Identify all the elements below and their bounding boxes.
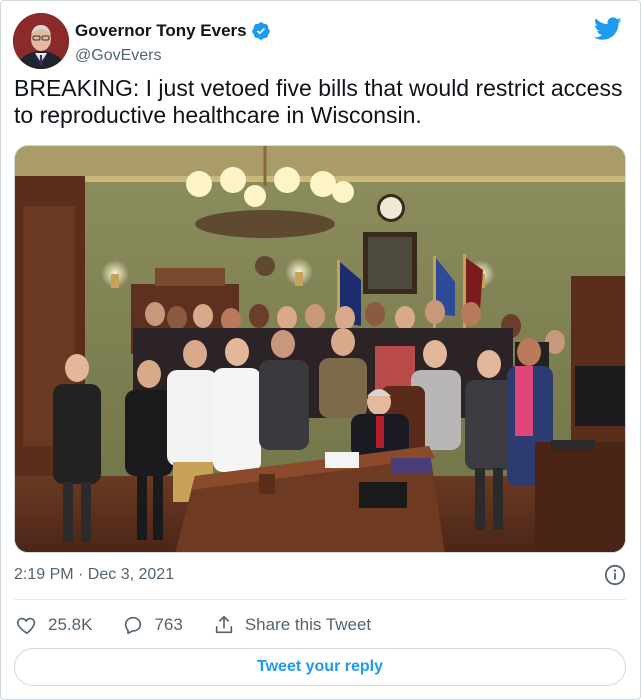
- share-icon: [215, 615, 232, 634]
- tweet-meta-row: 2:19 PM · Dec 3, 2021: [14, 564, 626, 586]
- info-icon[interactable]: [604, 564, 626, 586]
- tweet-photo[interactable]: [14, 145, 626, 553]
- tweet-actions: 25.8K 763 Share this Tweet: [16, 611, 401, 639]
- heart-icon: [16, 617, 36, 635]
- reply-bubble-icon: [125, 616, 142, 635]
- author-name-row: Governor Tony Evers: [75, 21, 271, 41]
- verified-badge-icon: [251, 22, 270, 40]
- tweet-card: Governor Tony Evers @GovEvers BREAKING: …: [0, 0, 641, 700]
- reply-action-button[interactable]: 763: [122, 614, 183, 636]
- reply-count: 763: [154, 615, 183, 634]
- share-label: Share this Tweet: [244, 615, 372, 634]
- twitter-bird-icon[interactable]: [594, 17, 622, 41]
- author-avatar[interactable]: [13, 13, 69, 69]
- share-button[interactable]: Share this Tweet: [213, 614, 371, 636]
- like-count: 25.8K: [48, 615, 93, 634]
- tweet-your-reply-button[interactable]: Tweet your reply: [14, 648, 626, 686]
- author-handle[interactable]: @GovEvers: [75, 47, 161, 65]
- tweet-timestamp[interactable]: 2:19 PM · Dec 3, 2021: [14, 566, 174, 584]
- divider: [14, 599, 626, 600]
- like-button[interactable]: 25.8K: [16, 614, 92, 636]
- bill-signing-photo: [15, 146, 625, 552]
- author-display-name[interactable]: Governor Tony Evers: [75, 21, 247, 41]
- reply-button-label: Tweet your reply: [257, 658, 383, 675]
- tweet-text: BREAKING: I just vetoed five bills that …: [14, 75, 623, 128]
- avatar-photo: [13, 13, 69, 69]
